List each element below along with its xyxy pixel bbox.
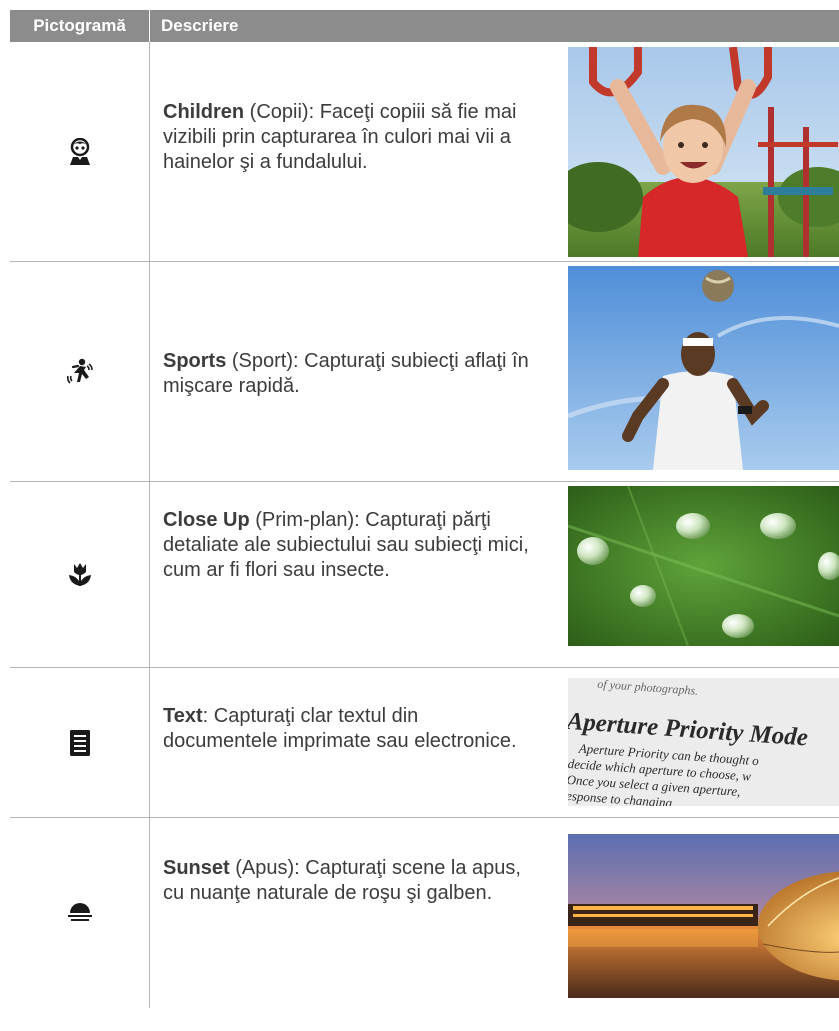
sunset-icon [67,903,92,921]
table-row-text: Text: Capturaţi clar textul din document… [10,668,839,818]
row-description: Sunset (Apus): Capturaţi scene la apus, … [163,857,521,904]
row-description: Close Up (Prim-plan): Capturaţi părţi de… [163,509,529,581]
header-icon-column: Pictogramă [33,16,126,35]
table-row-sunset: Sunset (Apus): Capturaţi scene la apus, … [10,818,839,1008]
row-description: Children (Copii): Faceţi copiii să fie m… [163,101,517,173]
close-up-flower-icon [68,562,91,586]
text-photo: of your photographs. Aperture Priority M… [568,678,839,806]
children-icon [69,137,90,165]
close-up-photo [568,486,839,646]
sports-icon [66,358,93,384]
text-document-icon [69,729,90,756]
table-row-close-up: Close Up (Prim-plan): Capturaţi părţi de… [10,482,839,668]
table-header: Pictogramă Descriere [10,10,839,42]
table-row-sports: Sports (Sport): Capturaţi subiecţi aflaţ… [10,262,839,482]
children-photo [568,47,839,257]
row-description: Text: Capturaţi clar textul din document… [163,705,517,752]
scene-mode-table: Pictogramă Descriere Children (Copii): F… [10,10,839,1008]
sports-photo [568,266,839,470]
row-description: Sports (Sport): Capturaţi subiecţi aflaţ… [163,350,529,397]
header-description-column: Descriere [161,16,239,35]
sunset-photo [568,834,839,998]
table-row-children: Children (Copii): Faceţi copiii să fie m… [10,42,839,262]
